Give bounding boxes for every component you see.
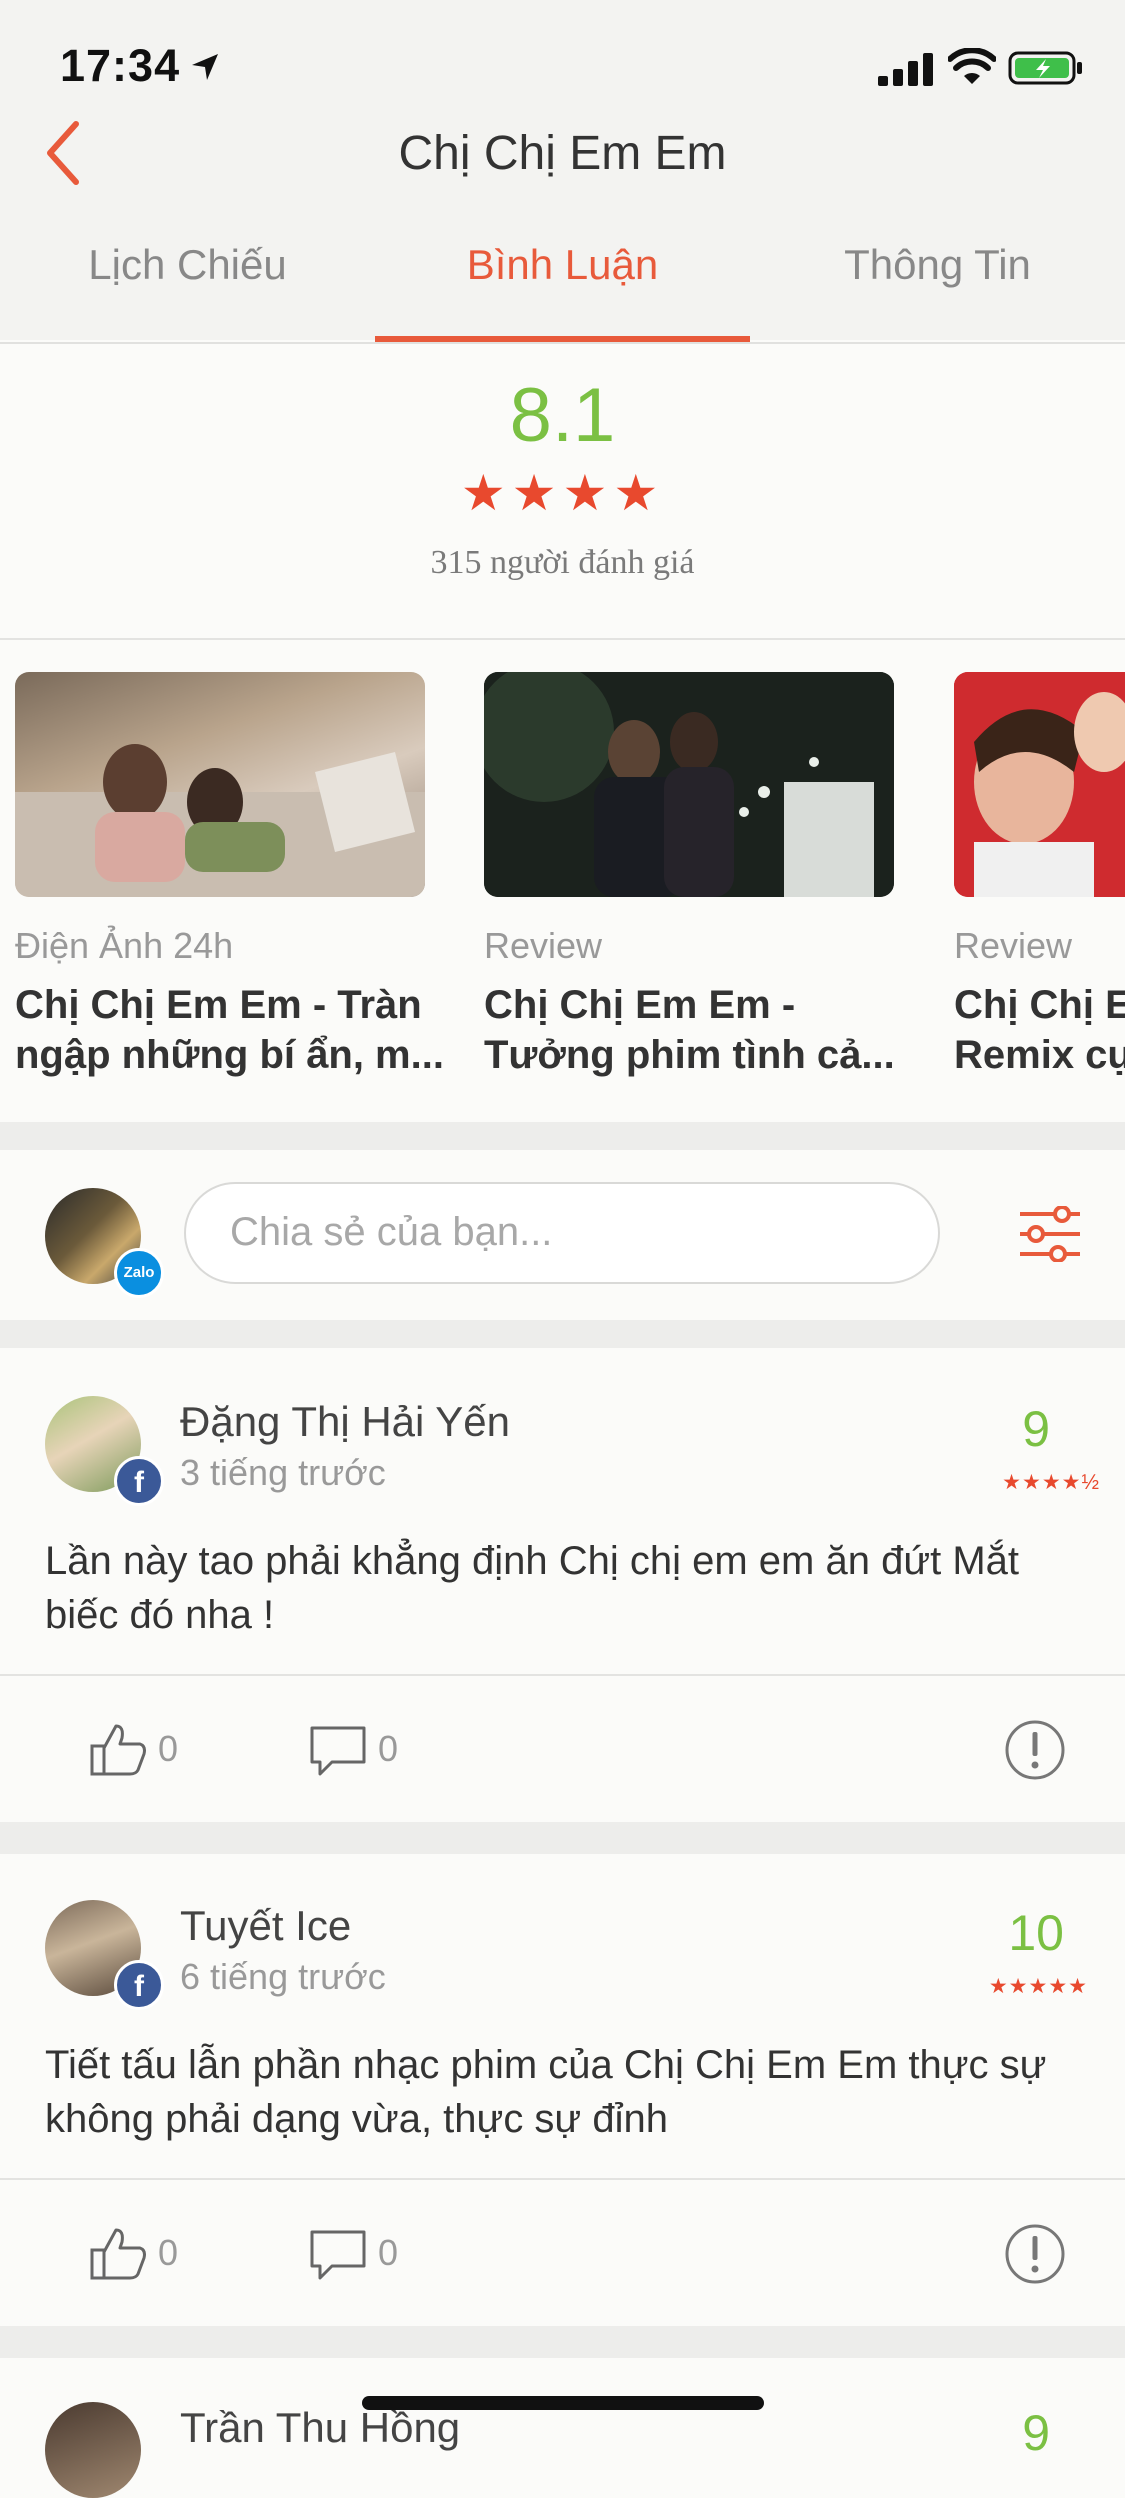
like-count: 0	[158, 1728, 179, 1769]
signal-icon	[878, 53, 933, 86]
comment-author[interactable]: Tuyết Ice	[180, 1902, 351, 1950]
comment-icon[interactable]	[308, 2228, 368, 2282]
home-indicator	[362, 2396, 764, 2410]
zalo-badge-icon: Zalo	[114, 1248, 164, 1298]
like-icon[interactable]	[88, 2226, 148, 2282]
comment-input[interactable]: Chia sẻ của bạn...	[184, 1182, 940, 1284]
report-icon[interactable]	[1003, 2222, 1067, 2286]
news-card-image[interactable]	[954, 672, 1125, 897]
report-icon[interactable]	[1003, 1718, 1067, 1782]
comment-body: Lần này tao phải khẳng định Chị chị em e…	[45, 1539, 1020, 1637]
filter-sliders-icon[interactable]	[1018, 1206, 1082, 1262]
header-divider	[0, 342, 1125, 344]
comment-icon[interactable]	[308, 1724, 368, 1778]
news-card-source: Điện Ảnh 24h	[15, 925, 234, 966]
rating-count: 315 người đánh giá	[430, 544, 695, 581]
comment-stars: ★★★★★	[988, 1975, 1088, 1998]
tab-showtimes[interactable]: Lịch Chiếu	[0, 240, 375, 340]
comment-score: 9	[1022, 2405, 1050, 2461]
divider	[0, 2178, 1125, 2180]
tab-bar: Lịch Chiếu Bình Luận Thông Tin	[0, 240, 1125, 340]
section-gap	[0, 2326, 1125, 2358]
section-gap	[0, 1822, 1125, 1854]
reply-count: 0	[378, 2232, 399, 2273]
comment-time: 6 tiếng trước	[180, 1956, 386, 1997]
comment-author[interactable]: Đặng Thị Hải Yến	[180, 1398, 510, 1446]
news-card-title[interactable]: Chị Chị Em Em - Tràn ngập những bí ẩn, m.…	[15, 980, 445, 1080]
facebook-icon: f	[114, 1456, 164, 1506]
comment-stars: ★★★★½	[1002, 1471, 1100, 1494]
news-card-image[interactable]	[484, 672, 894, 897]
divider	[0, 638, 1125, 640]
comment-score: 9	[1022, 1401, 1050, 1457]
section-gap	[0, 1320, 1125, 1348]
reply-count: 0	[378, 1728, 399, 1769]
divider	[0, 1674, 1125, 1676]
avatar[interactable]	[45, 2402, 141, 2498]
average-score: 8.1	[509, 373, 616, 458]
section-gap	[0, 1122, 1125, 1150]
location-arrow-icon	[192, 54, 218, 80]
status-time: 17:34	[60, 40, 181, 91]
comment-author[interactable]: Trần Thu Hồng	[180, 2404, 460, 2452]
battery-icon	[1008, 51, 1082, 85]
like-icon[interactable]	[88, 1722, 148, 1778]
comment-body: Tiết tấu lẫn phần nhạc phim của Chị Chị …	[45, 2043, 1047, 2141]
tab-info[interactable]: Thông Tin	[750, 240, 1125, 340]
facebook-icon: f	[114, 1960, 164, 2010]
news-card-image[interactable]	[15, 672, 425, 897]
news-card-source: Review	[484, 925, 603, 966]
news-card-title[interactable]: Chị Chị Em Em -Remix cự...	[954, 980, 1125, 1080]
wifi-icon	[948, 48, 996, 84]
tab-comments[interactable]: Bình Luận	[375, 240, 750, 340]
like-count: 0	[158, 2232, 179, 2273]
average-stars: ★★★★	[460, 465, 665, 521]
page-title: Chị Chị Em Em	[398, 127, 727, 180]
news-card-title[interactable]: Chị Chị Em Em - Tưởng phim tình cả...	[484, 980, 914, 1080]
news-card-source: Review	[954, 925, 1073, 966]
comment-time: 3 tiếng trước	[180, 1452, 386, 1493]
comment-score: 10	[1008, 1905, 1064, 1961]
